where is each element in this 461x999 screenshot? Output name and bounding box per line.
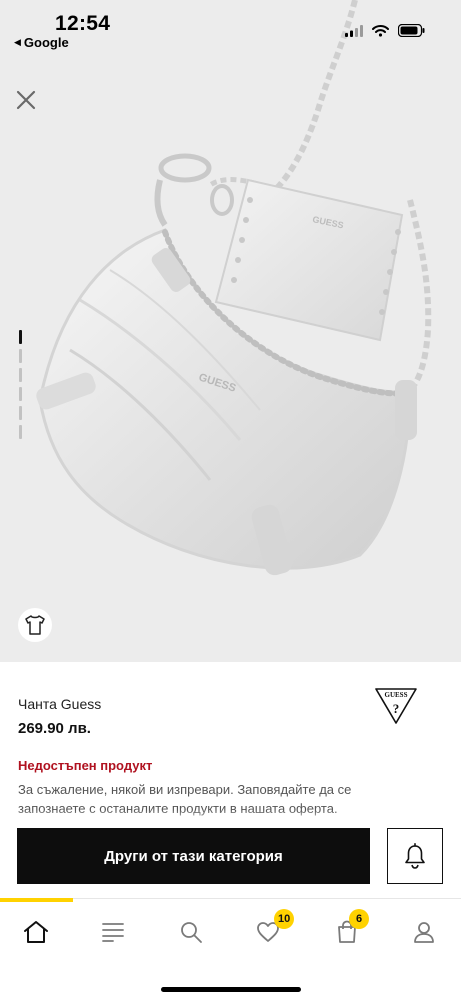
pager-dot[interactable] — [19, 349, 22, 363]
text-fade — [0, 810, 461, 824]
bell-icon — [405, 843, 425, 869]
brand-logo[interactable]: GUESS ? — [374, 686, 418, 726]
product-image: GUESS GUESS — [36, 0, 432, 576]
battery-icon — [398, 24, 425, 37]
signal-icon — [345, 24, 363, 37]
pager-dot[interactable] — [19, 406, 22, 420]
back-app-label: Google — [23, 35, 69, 50]
status-icons — [345, 24, 425, 37]
image-pager[interactable] — [19, 330, 22, 439]
guess-logo-icon: GUESS ? — [375, 688, 417, 724]
wifi-icon — [372, 24, 389, 37]
tshirt-icon — [25, 615, 45, 635]
user-icon — [414, 922, 434, 943]
other-in-category-button[interactable]: Други от тази категория — [17, 828, 370, 884]
back-to-app-link[interactable]: ◀ Google — [14, 35, 69, 50]
tab-account[interactable] — [404, 917, 444, 947]
product-name: Чанта Guess — [18, 696, 102, 712]
status-bar: 12:54 ◀ Google — [0, 0, 461, 56]
size-guide-button[interactable] — [18, 608, 52, 642]
home-indicator — [161, 987, 301, 992]
product-gallery[interactable]: GUESS GUESS — [0, 0, 461, 662]
pager-dot[interactable] — [19, 387, 22, 401]
notify-button[interactable] — [387, 828, 443, 884]
tab-home[interactable] — [16, 917, 56, 947]
back-arrow-icon: ◀ — [14, 37, 21, 47]
close-icon[interactable] — [14, 88, 38, 112]
tab-categories[interactable] — [93, 917, 133, 947]
search-icon — [181, 922, 202, 943]
product-price: 269.90 лв. — [18, 720, 91, 737]
pager-dot[interactable] — [19, 330, 22, 344]
pager-dot[interactable] — [19, 425, 22, 439]
tab-cart[interactable]: 6 — [327, 909, 369, 947]
tab-favorites[interactable]: 10 — [248, 909, 295, 947]
status-time: 12:54 — [55, 12, 111, 35]
home-icon — [24, 921, 48, 943]
tab-search[interactable] — [171, 917, 211, 947]
bottom-tab-bar: 10 6 — [0, 898, 461, 999]
pager-dot[interactable] — [19, 368, 22, 382]
active-tab-indicator — [0, 898, 73, 902]
svg-text:?: ? — [393, 701, 400, 716]
svg-text:GUESS: GUESS — [385, 691, 408, 699]
menu-icon — [102, 923, 124, 942]
favorites-count-badge: 10 — [274, 909, 295, 929]
action-row: Други от тази категория — [0, 825, 461, 885]
cart-count-badge: 6 — [349, 909, 369, 929]
unavailable-title: Недостъпен продукт — [18, 758, 153, 773]
